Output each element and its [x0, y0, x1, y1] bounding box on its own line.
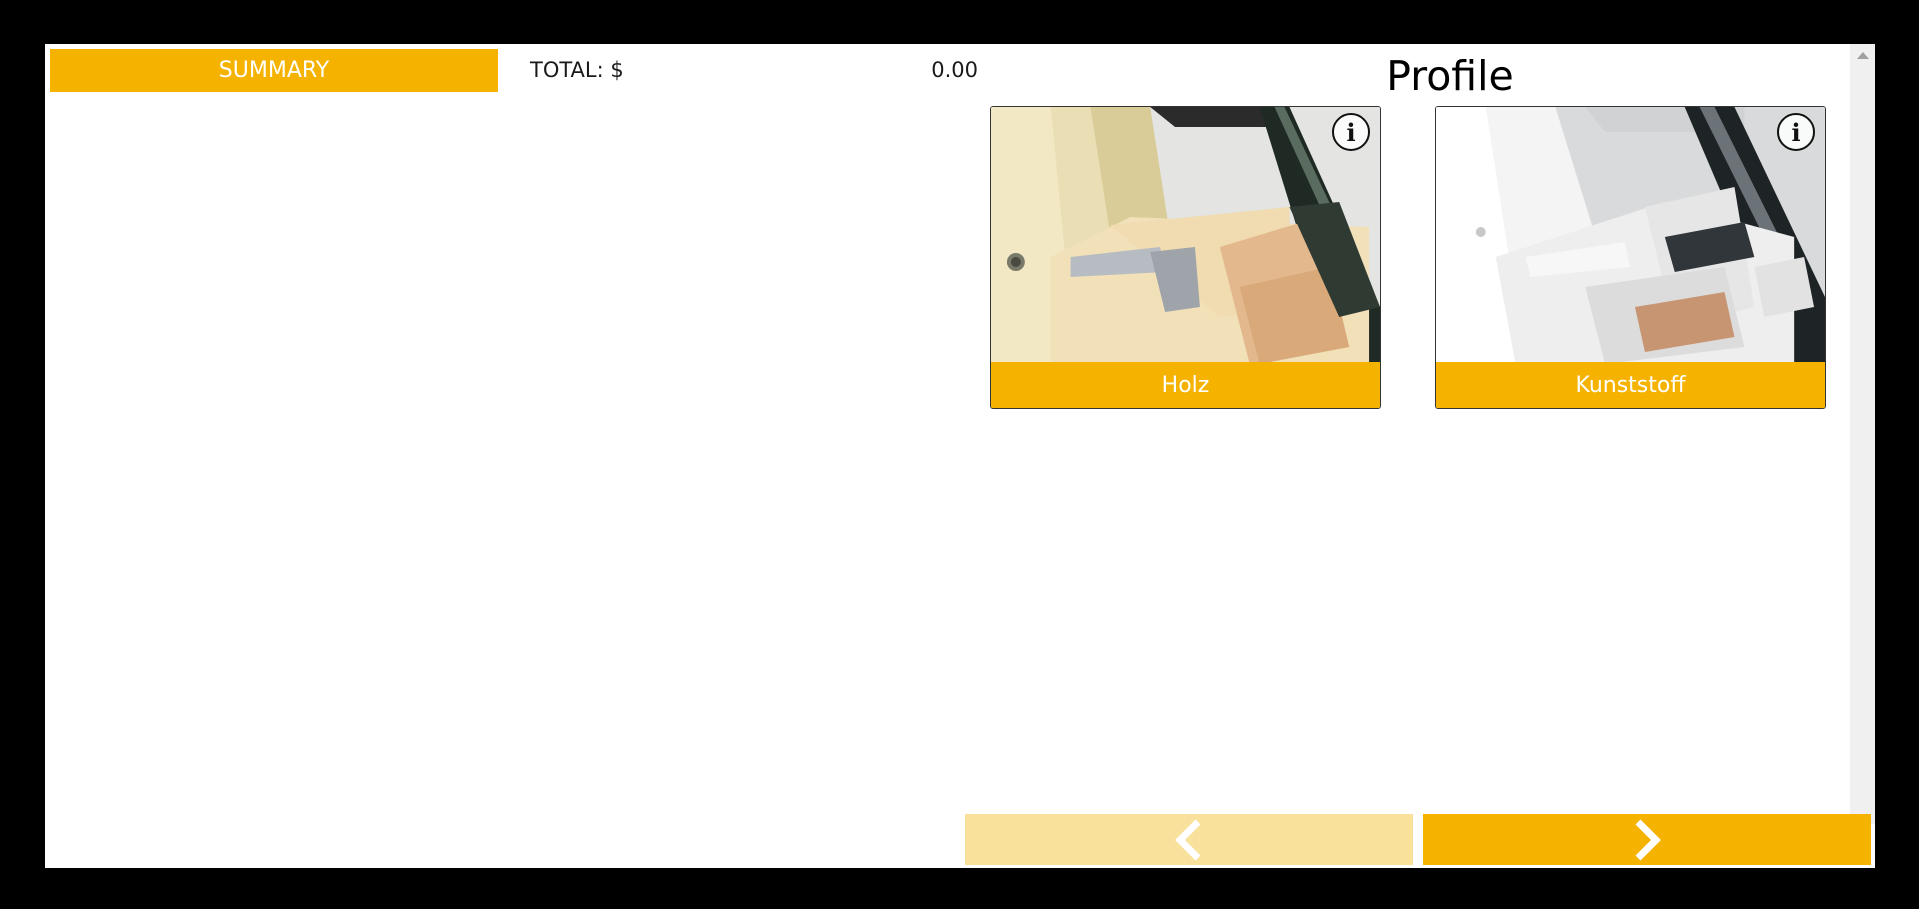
- summary-button[interactable]: SUMMARY: [50, 49, 498, 92]
- plastic-window-profile-image: i: [1436, 107, 1825, 364]
- configurator-window: SUMMARY TOTAL: $ 0.00 Profile i Holz i K…: [45, 44, 1875, 868]
- option-label-kunststoff: Kunststoff: [1436, 362, 1825, 408]
- info-icon[interactable]: i: [1332, 113, 1370, 151]
- total-label: TOTAL: $: [530, 58, 624, 82]
- scroll-up-arrow-icon[interactable]: [1857, 52, 1869, 59]
- previous-button[interactable]: [965, 814, 1413, 865]
- info-icon[interactable]: i: [1777, 113, 1815, 151]
- wood-window-profile-image: i: [991, 107, 1380, 364]
- option-card-kunststoff[interactable]: i Kunststoff: [1435, 106, 1826, 409]
- option-card-holz[interactable]: i Holz: [990, 106, 1381, 409]
- chevron-right-icon: [1635, 819, 1661, 860]
- next-button[interactable]: [1423, 814, 1871, 865]
- vertical-scrollbar[interactable]: [1850, 44, 1875, 824]
- chevron-left-icon: [1175, 819, 1201, 860]
- option-label-holz: Holz: [991, 362, 1380, 408]
- page-title: Profile: [1386, 52, 1514, 100]
